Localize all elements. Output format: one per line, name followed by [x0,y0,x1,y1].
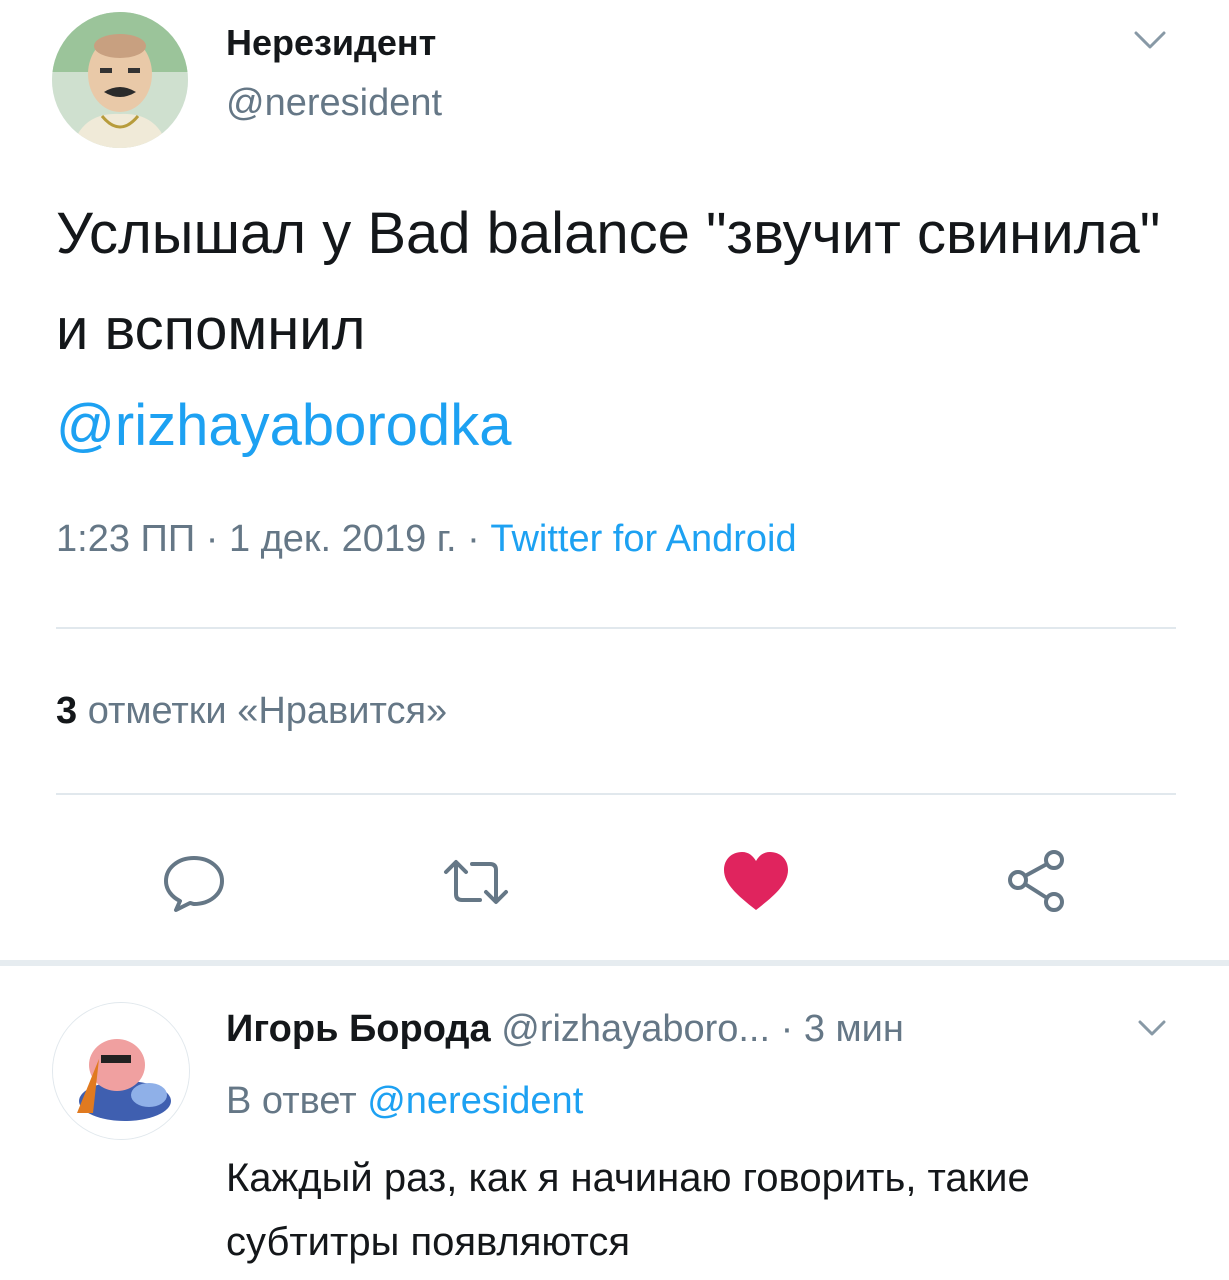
tweet-time: 1:23 ПП [56,518,196,560]
reply-header: Игорь Борода @rizhayaboro... · 3 мин [226,1008,904,1051]
likes-label: отметки «Нравится» [87,690,448,732]
heart-icon [724,852,788,910]
tweet-text-body: Услышал у Bad balance "звучит свинила" и… [56,201,1161,362]
tweet-date: 1 дек. 2019 г. [228,518,457,560]
chevron-down-icon[interactable] [1132,1008,1172,1048]
chevron-down-icon[interactable] [1128,18,1172,62]
main-tweet: Нерезидент @neresident Услышал у Bad bal… [0,0,1229,960]
divider [56,793,1176,795]
avatar-image [52,12,188,148]
retweet-button[interactable] [440,846,512,918]
meta-separator: · [467,518,480,560]
reply-text: Каждый раз, как я начинаю говорить, таки… [226,1156,1030,1264]
section-separator [0,960,1229,966]
tweet-text: Услышал у Bad balance "звучит свинила" и… [56,186,1176,474]
meta-separator: · [780,1008,794,1050]
reply-button[interactable] [158,846,230,918]
likes-summary[interactable]: 3 отметки «Нравится» [56,690,447,733]
share-button[interactable] [1000,846,1072,918]
reply-bubble-icon [164,856,224,912]
reply-author-avatar[interactable] [52,1002,190,1140]
reply-author-name[interactable]: Игорь Борода [226,1008,491,1050]
avatar-image [53,1003,189,1139]
like-button[interactable] [720,846,792,918]
reply-context: В ответ @neresident [226,1080,583,1123]
meta-separator: · [205,518,219,560]
tweet-source-link[interactable]: Twitter for Android [490,518,796,560]
author-avatar[interactable] [52,12,188,148]
author-name[interactable]: Нерезидент [226,22,436,64]
divider [56,627,1176,629]
author-handle[interactable]: @neresident [226,82,442,125]
tweet-mention-link[interactable]: @rizhayaborodka [56,393,511,458]
reply-author-handle[interactable]: @rizhayaboro... [501,1008,770,1050]
retweet-icon [444,860,508,904]
likes-count: 3 [56,690,78,732]
reply-prefix: В ответ [226,1080,357,1122]
reply-time: 3 мин [803,1008,904,1050]
share-icon [1008,850,1064,912]
tweet-meta: 1:23 ПП · 1 дек. 2019 г. · Twitter for A… [56,518,797,561]
reply-to-link[interactable]: @neresident [367,1080,583,1122]
